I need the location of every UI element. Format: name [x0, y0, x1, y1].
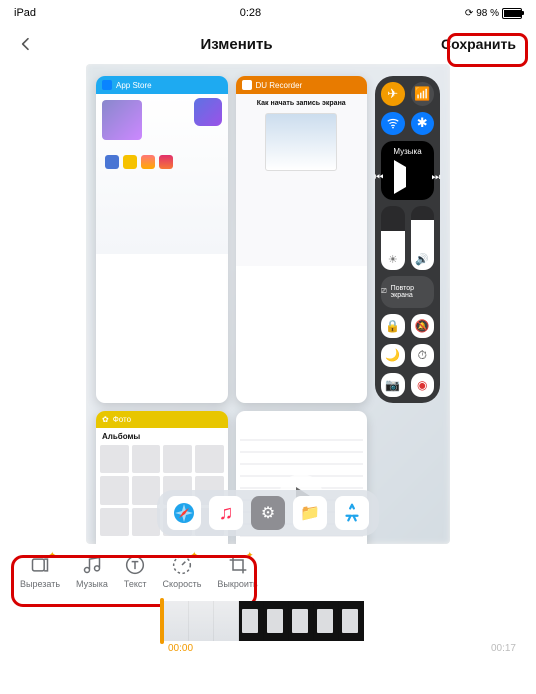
rotation-lock[interactable]: 🔒	[381, 314, 405, 338]
record-button[interactable]: ◉	[411, 373, 435, 397]
time-labels: 00:00 00:17	[0, 641, 536, 656]
back-button[interactable]	[12, 30, 40, 58]
music-note-icon	[82, 555, 102, 575]
control-center: ✈ 📶 ✱ Музыка ⏮ ⏭ ☀ 🔊	[375, 76, 440, 403]
safari-icon[interactable]	[167, 496, 201, 530]
wifi-toggle[interactable]	[381, 112, 405, 136]
toolbar: ✦ Вырезать Музыка Текст ✦ Скорость ✦ Вык…	[0, 544, 536, 597]
brightness-slider[interactable]: ☀	[381, 206, 405, 270]
dnd-toggle[interactable]: 🌙	[381, 344, 405, 368]
timeline[interactable]	[0, 597, 536, 641]
device-label: iPad	[14, 7, 36, 19]
music-widget[interactable]: Музыка ⏮ ⏭	[381, 141, 434, 200]
music-tool[interactable]: Музыка	[76, 554, 108, 589]
volume-slider[interactable]: 🔊	[411, 206, 435, 270]
status-bar: iPad 0:28 ⟳ 98 %	[0, 0, 536, 26]
appstore-icon[interactable]	[335, 496, 369, 530]
wifi-icon	[386, 116, 400, 130]
page-title: Изменить	[40, 36, 433, 53]
files-icon[interactable]: 📁	[293, 496, 327, 530]
save-button[interactable]: Сохранить	[433, 32, 524, 56]
cellular-toggle[interactable]: 📶	[411, 82, 435, 106]
camera-button[interactable]: 📷	[381, 373, 405, 397]
crop-tool[interactable]: ✦ Выкроить	[217, 554, 257, 589]
app-card-recorder: DU Recorder Как начать запись экрана	[236, 76, 368, 403]
video-preview[interactable]: App Store DU Recorder Как начать запись …	[86, 64, 450, 544]
crop-icon	[228, 555, 248, 575]
mute-toggle[interactable]: 🔕	[411, 314, 435, 338]
text-tool[interactable]: Текст	[124, 554, 147, 589]
settings-icon[interactable]: ⚙	[251, 496, 285, 530]
time-end: 00:17	[491, 643, 516, 654]
dock: ♫ ⚙ 📁	[157, 490, 379, 536]
cut-tool[interactable]: ✦ Вырезать	[20, 554, 60, 589]
app-card-appstore: App Store	[96, 76, 228, 403]
airplane-toggle[interactable]: ✈	[381, 82, 405, 106]
clock: 0:28	[36, 7, 465, 19]
bluetooth-toggle[interactable]: ✱	[411, 112, 435, 136]
time-start: 00:00	[168, 643, 193, 654]
screen-mirror-button[interactable]: ⎚Повтор экрана	[381, 276, 434, 308]
nav-bar: Изменить Сохранить	[0, 26, 536, 62]
play-icon	[394, 160, 426, 194]
text-icon	[125, 555, 145, 575]
battery-indicator: ⟳ 98 %	[465, 8, 522, 19]
chevron-left-icon	[18, 36, 34, 52]
timer-button[interactable]: ⏱	[411, 344, 435, 368]
speed-tool[interactable]: ✦ Скорость	[163, 554, 202, 589]
cut-icon	[30, 555, 50, 575]
gauge-icon	[172, 555, 192, 575]
music-icon[interactable]: ♫	[209, 496, 243, 530]
